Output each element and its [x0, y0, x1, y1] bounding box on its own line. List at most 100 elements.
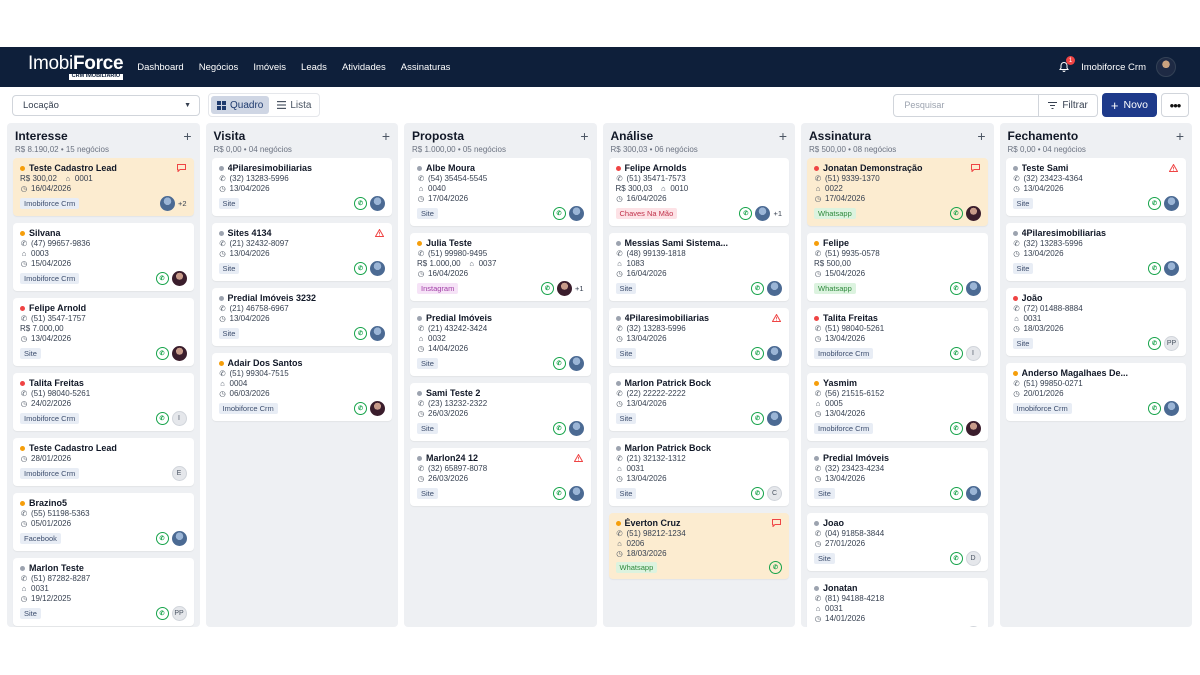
deal-card[interactable]: Felipe Arnolds ✆ (51) 35471-7573 R$ 300,03 ⌂… [608, 158, 789, 226]
whatsapp-icon[interactable]: ✆ [949, 552, 963, 565]
deal-card[interactable]: Teste Cadastro Lead R$ 300,02 ⌂ 0001 ◷ 16/04/… [13, 158, 194, 216]
deal-card[interactable]: Messias Sami Sistema... ✆ (48) 99139-1818 ⌂… [608, 233, 789, 301]
add-deal-icon[interactable]: + [977, 129, 985, 143]
avatar[interactable] [568, 206, 584, 221]
menu-dashboard[interactable]: Dashboard [137, 62, 183, 73]
avatar[interactable] [556, 281, 572, 296]
menu-imoveis[interactable]: Imóveis [253, 62, 286, 73]
avatar[interactable] [965, 206, 981, 221]
deal-name[interactable]: Brazino5 [29, 498, 67, 508]
deal-card[interactable]: Predial Imóveis ✆ (21) 43242-3424 ⌂ 0032 ◷ 14/… [410, 308, 591, 376]
whatsapp-icon[interactable]: ✆ [155, 347, 169, 360]
avatar[interactable] [568, 421, 584, 436]
search-input[interactable]: Pesquisar [893, 93, 1040, 117]
deal-card[interactable]: Sami Teste 2 ✆ (23) 13232-2322 ◷ 26/03/2026 S… [410, 383, 591, 441]
whatsapp-icon[interactable]: ✆ [751, 487, 764, 500]
avatar[interactable] [370, 196, 385, 211]
deal-card[interactable]: Albe Moura ✆ (54) 35454-5545 ⌂ 0040 ◷ 17/04/20… [410, 158, 591, 226]
deal-name[interactable]: 4Pilaresimobiliarias [1022, 228, 1107, 238]
whatsapp-icon[interactable]: ✆ [751, 282, 764, 295]
deal-card[interactable]: 4Pilaresimobiliarias ✆ (32) 13283-5996 ◷ 13/… [211, 158, 392, 216]
deal-name[interactable]: Teste Sami [1022, 163, 1069, 173]
avatar[interactable] [370, 401, 385, 416]
user-name[interactable]: Imobiforce Crm [1081, 62, 1146, 73]
add-deal-icon[interactable]: + [580, 129, 588, 143]
deal-name[interactable]: Felipe Arnold [29, 303, 86, 313]
whatsapp-icon[interactable]: ✆ [354, 402, 367, 415]
whatsapp-icon[interactable]: ✆ [1148, 197, 1161, 210]
deal-name[interactable]: Predial Imóveis [823, 453, 889, 463]
whatsapp-icon[interactable]: ✆ [751, 347, 764, 360]
avatar[interactable]: PP [965, 626, 981, 627]
whatsapp-icon[interactable]: ✆ [1148, 337, 1161, 350]
deal-card[interactable]: Marlon Patrick Bock ✆ (21) 32132-1312 ⌂ 0031… [608, 438, 789, 506]
deal-name[interactable]: Felipe [823, 238, 849, 248]
whatsapp-icon[interactable]: ✆ [769, 561, 782, 574]
avatar[interactable] [171, 271, 187, 286]
whatsapp-icon[interactable]: ✆ [552, 487, 566, 500]
deal-card[interactable]: Marlon Teste ✆ (51) 87282-8287 ⌂ 0031 ◷ 19/12/… [13, 558, 194, 626]
avatar[interactable] [568, 356, 584, 371]
menu-atividades[interactable]: Atividades [342, 62, 386, 73]
deal-card[interactable]: 4Pilaresimobiliarias ✆ (32) 13283-5996 ◷ 13/… [608, 308, 789, 366]
avatar[interactable] [767, 346, 782, 361]
extra-assignees-count[interactable]: +1 [575, 284, 584, 293]
deal-name[interactable]: Predial Imóveis 3232 [228, 293, 317, 303]
user-avatar[interactable] [1156, 57, 1176, 77]
bell-icon[interactable]: 1 [1057, 56, 1076, 74]
deal-card[interactable]: Talita Freitas ✆ (51) 98040-5261 ◷ 24/02/202… [13, 373, 194, 431]
view-list-button[interactable]: Lista [271, 96, 317, 114]
deal-name[interactable]: Julia Teste [426, 238, 472, 248]
more-options-button[interactable]: ••• [1161, 93, 1189, 117]
avatar[interactable] [1164, 261, 1179, 276]
add-deal-icon[interactable]: + [779, 129, 787, 143]
comment-icon[interactable] [176, 164, 186, 174]
deal-name[interactable]: Marlon Teste [29, 563, 84, 573]
comment-icon[interactable] [970, 164, 980, 174]
whatsapp-icon[interactable]: ✆ [949, 487, 963, 500]
deal-name[interactable]: Albe Moura [426, 163, 475, 173]
add-deal-icon[interactable]: + [382, 129, 390, 143]
deal-name[interactable]: Felipe Arnolds [625, 163, 687, 173]
add-deal-icon[interactable]: + [183, 129, 191, 143]
whatsapp-icon[interactable]: ✆ [552, 422, 566, 435]
avatar[interactable] [965, 281, 981, 296]
comment-icon[interactable] [772, 519, 781, 529]
deal-name[interactable]: Yasmim [823, 378, 857, 388]
whatsapp-icon[interactable]: ✆ [949, 422, 963, 435]
logo[interactable]: ImobiForce CRM IMOBILIÁRIO [28, 54, 124, 80]
deal-name[interactable]: Jonatan [823, 583, 858, 593]
avatar[interactable] [965, 421, 981, 436]
whatsapp-icon[interactable]: ✆ [540, 282, 554, 295]
deal-card[interactable]: Predial Imóveis 3232 ✆ (21) 46758-6967 ◷ 13/… [211, 288, 392, 346]
deal-card[interactable]: Éverton Cruz ✆ (51) 98212-1234 ⌂ 0206 ◷ 18/03/… [608, 513, 789, 579]
menu-assinaturas[interactable]: Assinaturas [401, 62, 451, 73]
deal-name[interactable]: Predial Imóveis [426, 313, 492, 323]
deal-name[interactable]: Teste Cadastro Lead [29, 443, 117, 453]
avatar[interactable] [171, 531, 187, 546]
deal-name[interactable]: Éverton Cruz [625, 518, 681, 528]
deal-card[interactable]: Marlon24 12 ✆ (32) 65897-8078 ◷ 26/03/2026 Si… [410, 448, 591, 506]
deal-card[interactable]: Felipe ✆ (51) 9935-0578 R$ 500,00 ◷ 15/04/202… [807, 233, 988, 301]
deal-card[interactable]: Silvana ✆ (47) 99657-9836 ⌂ 0003 ◷ 15/04/2026 I… [13, 223, 194, 291]
avatar[interactable]: PP [1164, 336, 1179, 351]
avatar[interactable] [159, 196, 175, 211]
deal-name[interactable]: Marlon Patrick Bock [625, 378, 712, 388]
avatar[interactable] [755, 206, 771, 221]
deal-name[interactable]: João [1022, 293, 1043, 303]
deal-name[interactable]: Teste Cadastro Lead [29, 163, 117, 173]
warning-icon[interactable] [374, 228, 385, 239]
whatsapp-icon[interactable]: ✆ [1148, 402, 1161, 415]
view-board-button[interactable]: Quadro [211, 96, 270, 114]
new-deal-button[interactable]: + Novo [1101, 93, 1157, 117]
deal-card[interactable]: Predial Imóveis ✆ (32) 23423-4234 ◷ 13/04/20… [807, 448, 988, 506]
whatsapp-icon[interactable]: ✆ [155, 607, 169, 620]
deal-card[interactable]: Talita Freitas ✆ (51) 98040-5261 ◷ 13/04/202… [807, 308, 988, 366]
deal-card[interactable]: Anderso Magalhaes De... ✆ (51) 99850-0271 ◷… [1005, 363, 1186, 421]
avatar[interactable] [171, 346, 187, 361]
avatar[interactable] [568, 486, 584, 501]
deal-card[interactable]: Sites 4134 ✆ (21) 32432-8097 ◷ 13/04/2026 Sit… [211, 223, 392, 281]
menu-leads[interactable]: Leads [301, 62, 327, 73]
deal-name[interactable]: Messias Sami Sistema... [625, 238, 729, 248]
whatsapp-icon[interactable]: ✆ [1148, 262, 1161, 275]
